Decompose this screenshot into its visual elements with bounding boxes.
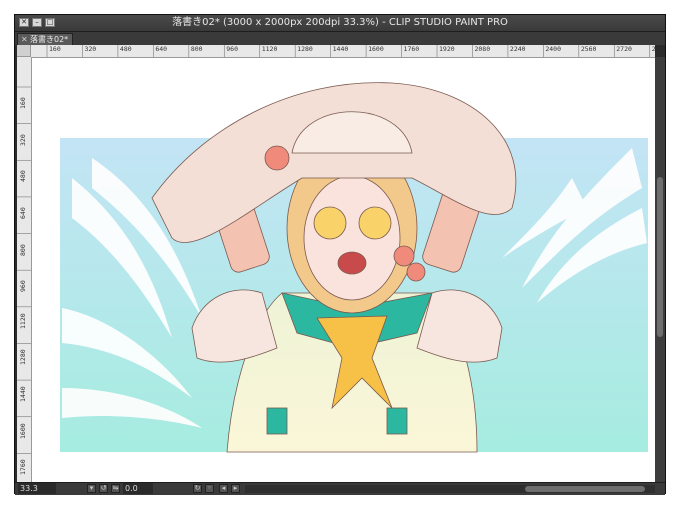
ruler-label: 1920	[439, 45, 455, 53]
ruler-label: 960	[226, 45, 239, 53]
canvas[interactable]	[32, 58, 655, 482]
ruler-label: 1280	[19, 349, 27, 366]
ruler-label: 2720	[616, 45, 632, 53]
title-bar: ✕ – □ 落書き02* (3000 x 2000px 200dpi 33.3%…	[15, 15, 665, 32]
ruler-label: 1120	[261, 45, 278, 53]
zoom-menu-icon[interactable]: ▾	[87, 484, 96, 493]
ruler-label: 1440	[332, 45, 349, 53]
ruler-label: 800	[19, 243, 27, 256]
vertical-ruler: 160 320 480 640 800 960 1120 1280 1440 1600 1760	[17, 57, 32, 482]
ruler-label: 1760	[403, 45, 420, 53]
ruler-label: 640	[19, 207, 27, 219]
rotate-right-icon[interactable]: ↻	[193, 484, 202, 493]
rotate-left-icon[interactable]: ↺	[99, 484, 108, 493]
ruler-label: 2080	[474, 45, 491, 53]
ruler-label: 288	[652, 45, 655, 53]
flip-icon[interactable]: ⇋	[111, 484, 120, 493]
vertical-ruler-ticks	[17, 86, 31, 454]
rotation-angle-field[interactable]: 0.0	[123, 483, 153, 494]
ruler-label: 960	[19, 280, 27, 293]
zoom-field[interactable]: 33.3	[18, 483, 56, 494]
ruler-label: 320	[19, 133, 27, 146]
ruler-label: 1440	[19, 386, 27, 403]
ruler-label: 160	[49, 45, 61, 53]
scroll-left-icon[interactable]: ◂	[219, 484, 228, 493]
ruler-label: 2400	[545, 45, 562, 53]
ruler-label: 1120	[19, 313, 27, 329]
ruler-label: 320	[84, 45, 97, 53]
vertical-scroll-thumb[interactable]	[657, 177, 663, 337]
status-bar: 33.3 ▾ ↺ ⇋ 0.0 ↻ ◦ ◂ ▸	[15, 482, 665, 495]
ruler-label: 1280	[297, 45, 313, 53]
tab-bar: ✕ 落書き02*	[15, 32, 665, 45]
document-tab[interactable]: ✕ 落書き02*	[17, 33, 73, 45]
app-window: ✕ – □ 落書き02* (3000 x 2000px 200dpi 33.3%…	[14, 14, 666, 495]
tab-close-icon[interactable]: ✕	[21, 34, 28, 45]
ruler-label: 640	[155, 45, 168, 53]
scroll-right-icon[interactable]: ▸	[231, 484, 240, 493]
window-title: 落書き02* (3000 x 2000px 200dpi 33.3%) - CL…	[172, 17, 508, 28]
ruler-label: 1600	[19, 423, 27, 439]
ruler-label: 160	[19, 97, 27, 109]
ruler-label: 2560	[580, 45, 597, 53]
horizontal-scroll-thumb[interactable]	[525, 486, 645, 492]
ruler-label: 480	[19, 170, 27, 183]
ruler-label: 2240	[509, 45, 526, 53]
reset-rotation-icon[interactable]: ◦	[205, 484, 214, 493]
ruler-label: 1760	[19, 459, 27, 476]
ruler-label: 1600	[368, 45, 384, 53]
ruler-label: 800	[190, 45, 203, 53]
ruler-label: 480	[119, 45, 132, 53]
ruler-corner	[17, 45, 31, 57]
horizontal-ruler: 160 320 480 640 800 960 1120 1280 1440 1600 1760 19…	[31, 45, 655, 58]
horizontal-scrollbar[interactable]	[245, 485, 655, 493]
tab-label: 落書き02*	[30, 35, 69, 44]
artwork	[60, 82, 648, 453]
vertical-scrollbar[interactable]	[655, 57, 665, 482]
